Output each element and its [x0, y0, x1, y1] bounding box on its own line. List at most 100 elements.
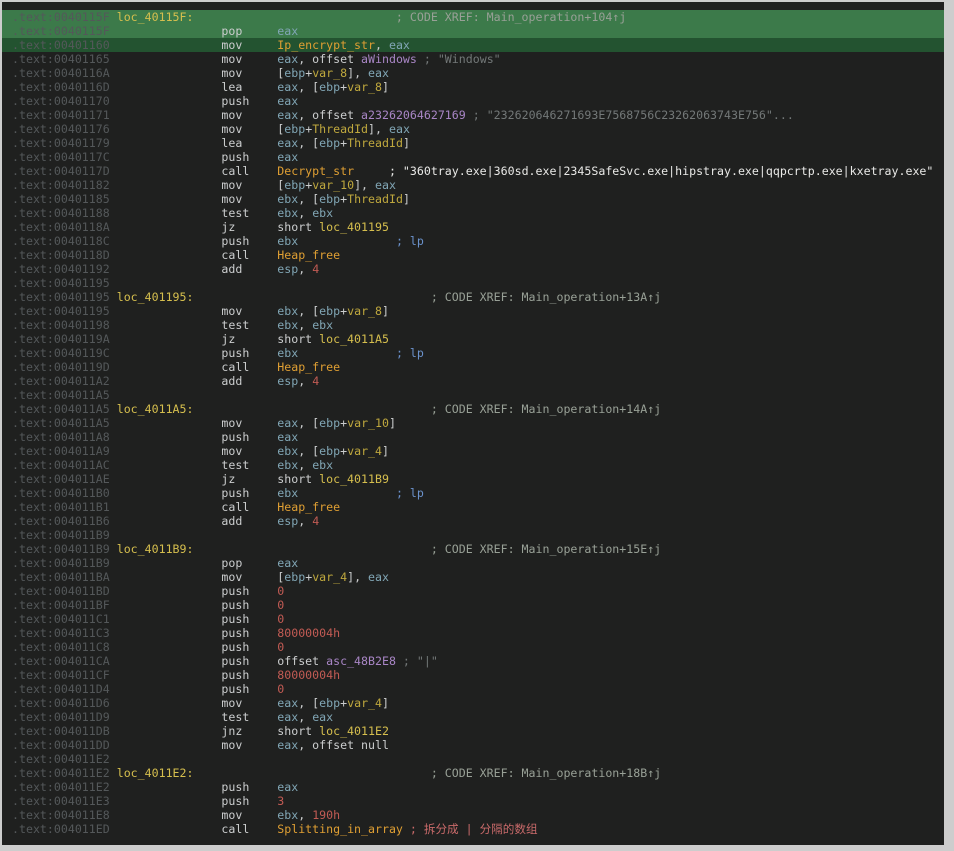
- disasm-line[interactable]: .text:004011E2: [2, 752, 944, 766]
- text-token: push: [110, 94, 278, 108]
- disasm-line[interactable]: .text:0040115F pop eax: [2, 24, 944, 38]
- disasm-line[interactable]: .text:00401192 add esp, 4: [2, 262, 944, 276]
- disasm-line[interactable]: .text:00401176 mov [ebp+ThreadId], eax: [2, 122, 944, 136]
- disasm-line[interactable]: .text:004011CA push offset asc_48B2E8 ; …: [2, 654, 944, 668]
- number-token: 80000004h: [277, 668, 340, 682]
- disasm-line[interactable]: .text:004011C1 push 0: [2, 612, 944, 626]
- address-token: .text:004011E2: [12, 766, 110, 780]
- disasm-line[interactable]: .text:004011C3 push 80000004h: [2, 626, 944, 640]
- xref-comment-token: ; CODE XREF: Main_operation+104↑j: [194, 10, 627, 24]
- disasm-line[interactable]: .text:004011BD push 0: [2, 584, 944, 598]
- number-token: 0: [277, 598, 284, 612]
- disasm-line[interactable]: .text:00401171 mov eax, offset a23262064…: [2, 108, 944, 122]
- disasm-line[interactable]: .text:00401198 test ebx, ebx: [2, 318, 944, 332]
- disasm-line[interactable]: .text:004011B6 add esp, 4: [2, 514, 944, 528]
- vertical-scrollbar[interactable]: [944, 0, 954, 851]
- disasm-line[interactable]: .text:004011BA mov [ebp+var_4], eax: [2, 570, 944, 584]
- text-token: push: [110, 234, 278, 248]
- disasm-line[interactable]: .text:0040116A mov [ebp+var_8], eax: [2, 66, 944, 80]
- disasm-line[interactable]: .text:004011BF push 0: [2, 598, 944, 612]
- disasm-line[interactable]: .text:0040119C push ebx ; lp: [2, 346, 944, 360]
- disasm-line[interactable]: .text:004011D6 mov eax, [ebp+var_4]: [2, 696, 944, 710]
- text-token: , [: [298, 192, 319, 206]
- disasm-line[interactable]: .text:0040115F loc_40115F: ; CODE XREF: …: [2, 10, 944, 24]
- text-token: call: [110, 360, 278, 374]
- disasm-line[interactable]: .text:00401185 mov ebx, [ebp+ThreadId]: [2, 192, 944, 206]
- text-token: jnz short: [110, 724, 319, 738]
- disasm-line[interactable]: .text:004011E8 mov ebx, 190h: [2, 808, 944, 822]
- register-token: ebx: [277, 234, 298, 248]
- disasm-line[interactable]: .text:00401179 lea eax, [ebp+ThreadId]: [2, 136, 944, 150]
- disasm-line[interactable]: .text:0040119A jz short loc_4011A5: [2, 332, 944, 346]
- text-token: call: [110, 500, 278, 514]
- disasm-line[interactable]: .text:004011E2 push eax: [2, 780, 944, 794]
- text-token: jz short: [110, 472, 319, 486]
- disasm-line[interactable]: .text:00401188 test ebx, ebx: [2, 206, 944, 220]
- disasm-line[interactable]: .text:0040118D call Heap_free: [2, 248, 944, 262]
- disasm-line[interactable]: .text:0040119D call Heap_free: [2, 360, 944, 374]
- disasm-line[interactable]: .text:004011A5 mov eax, [ebp+var_10]: [2, 416, 944, 430]
- disasm-line[interactable]: .text:004011A8 push eax: [2, 430, 944, 444]
- number-token: 0: [277, 640, 284, 654]
- disasm-line[interactable]: .text:0040118A jz short loc_401195: [2, 220, 944, 234]
- disasm-line[interactable]: .text:00401182 mov [ebp+var_10], eax: [2, 178, 944, 192]
- param-comment-token: ; lp: [298, 234, 424, 248]
- disasm-line[interactable]: .text:004011D4 push 0: [2, 682, 944, 696]
- disasm-line[interactable]: .text:00401195 loc_401195: ; CODE XREF: …: [2, 290, 944, 304]
- register-token: ebp: [319, 136, 340, 150]
- text-token: call: [110, 248, 278, 262]
- disassembly-view[interactable]: .text:0040115F loc_40115F: ; CODE XREF: …: [2, 2, 944, 845]
- text-token: push: [110, 668, 278, 682]
- register-token: ebx: [277, 808, 298, 822]
- disasm-line[interactable]: .text:004011CF push 80000004h: [2, 668, 944, 682]
- disasm-line[interactable]: .text:004011A5 loc_4011A5: ; CODE XREF: …: [2, 402, 944, 416]
- disasm-line[interactable]: .text:004011AE jz short loc_4011B9: [2, 472, 944, 486]
- disasm-line[interactable]: .text:004011B0 push ebx ; lp: [2, 486, 944, 500]
- register-token: eax: [277, 696, 298, 710]
- register-token: eax: [277, 108, 298, 122]
- label-token: loc_4011E2:: [110, 766, 194, 780]
- text-token: mov: [110, 38, 278, 52]
- disasm-line[interactable]: .text:004011A2 add esp, 4: [2, 374, 944, 388]
- address-token: .text:004011D4: [12, 682, 110, 696]
- disasm-line[interactable]: .text:004011B1 call Heap_free: [2, 500, 944, 514]
- disasm-line[interactable]: .text:004011B9 pop eax: [2, 556, 944, 570]
- disasm-line[interactable]: .text:004011C8 push 0: [2, 640, 944, 654]
- number-token: 0: [277, 584, 284, 598]
- disasm-line[interactable]: .text:0040117C push eax: [2, 150, 944, 164]
- disasm-line[interactable]: .text:00401170 push eax: [2, 94, 944, 108]
- disasm-line[interactable]: .text:00401195 mov ebx, [ebp+var_8]: [2, 304, 944, 318]
- param-comment-token: ; lp: [298, 346, 424, 360]
- disasm-line[interactable]: .text:004011E2 loc_4011E2: ; CODE XREF: …: [2, 766, 944, 780]
- address-token: .text:00401195: [12, 276, 110, 290]
- address-token: .text:004011A5: [12, 388, 110, 402]
- disasm-line[interactable]: .text:00401165 mov eax, offset aWindows …: [2, 52, 944, 66]
- disasm-line[interactable]: .text:0040116D lea eax, [ebp+var_8]: [2, 80, 944, 94]
- disasm-line[interactable]: .text:004011AC test ebx, ebx: [2, 458, 944, 472]
- disasm-line[interactable]: .text:004011A9 mov ebx, [ebp+var_4]: [2, 444, 944, 458]
- disasm-line[interactable]: .text:00401195: [2, 276, 944, 290]
- name-token: Heap_free: [277, 360, 340, 374]
- disasm-line[interactable]: .text:004011D9 test eax, eax: [2, 710, 944, 724]
- register-token: ebp: [319, 192, 340, 206]
- disasm-line[interactable]: .text:00401160 mov Ip_encrypt_str, eax: [2, 38, 944, 52]
- disasm-line[interactable]: .text:004011ED call Splitting_in_array ;…: [2, 822, 944, 836]
- text-token: add: [110, 262, 278, 276]
- disasm-line[interactable]: .text:0040118C push ebx ; lp: [2, 234, 944, 248]
- disasm-line[interactable]: .text:004011B9 loc_4011B9: ; CODE XREF: …: [2, 542, 944, 556]
- disasm-line[interactable]: .text:004011A5: [2, 388, 944, 402]
- disasm-line[interactable]: .text:004011DD mov eax, offset null: [2, 738, 944, 752]
- disasm-line[interactable]: .text:004011B9: [2, 528, 944, 542]
- text-token: mov [: [110, 66, 285, 80]
- text-token: pop: [110, 556, 278, 570]
- disasm-line[interactable]: .text:004011E3 push 3: [2, 794, 944, 808]
- text-token: ,: [298, 808, 312, 822]
- disasm-line[interactable]: .text:0040117D call Decrypt_str ; "360tr…: [2, 164, 944, 178]
- horizontal-scrollbar[interactable]: [0, 845, 944, 851]
- number-token: 190h: [312, 808, 340, 822]
- text-token: jz short: [110, 220, 319, 234]
- text-token: ,: [375, 38, 389, 52]
- text-token: ]: [382, 444, 389, 458]
- text-token: ,: [298, 318, 312, 332]
- disasm-line[interactable]: .text:004011DB jnz short loc_4011E2: [2, 724, 944, 738]
